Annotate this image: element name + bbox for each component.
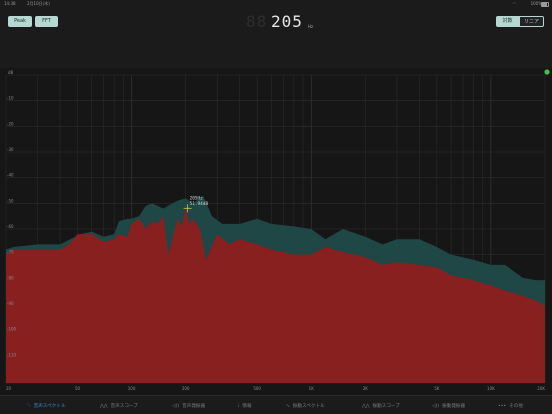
tab-label: 振動スコープ [372, 404, 400, 409]
x-tick-label: 10K [487, 386, 495, 391]
tab-label: 音声発振器 [182, 404, 206, 409]
peak-button[interactable]: Peak [8, 16, 32, 27]
scope-icon: ⋀⋀ [100, 403, 108, 409]
frequency-ghost-digits: 88 [246, 12, 268, 31]
y-tick-label: -50 [7, 198, 14, 203]
x-tick-label: 2K [363, 386, 369, 391]
y-tick-label: -10 [7, 96, 14, 101]
tab-label: 音声スコープ [110, 404, 138, 409]
y-tick-label: -40 [7, 173, 14, 178]
vibration-scope-icon: ⋀⋀ [362, 403, 370, 409]
y-tick-label: -30 [7, 147, 14, 152]
x-tick-label: 5K [434, 386, 440, 391]
frequency-value: 205 [271, 12, 303, 31]
tab-vibration-oscillator[interactable]: ◁)) 振動発振器 [432, 400, 465, 412]
signal-indicator [544, 69, 550, 75]
x-tick-label: 1K [309, 386, 315, 391]
tab-label: 振動スペクトル [292, 404, 325, 409]
y-tick-label: -60 [7, 224, 14, 229]
y-axis-label: dB [8, 70, 14, 75]
x-tick-label: 200 [182, 386, 190, 391]
linear-scale-toggle[interactable]: リニア [519, 16, 544, 27]
wifi-icon: ◠ [512, 1, 517, 6]
tab-label: その他 [509, 404, 523, 409]
tab-speaker[interactable]: ◁)) 音声発振器 [172, 400, 205, 412]
status-time: 14:38 [4, 1, 16, 6]
tab-label: 振動発振器 [442, 404, 466, 409]
x-tick-label: 20 [6, 386, 12, 391]
log-scale-toggle[interactable]: 対数 [496, 16, 519, 27]
tab-label: 情報 [242, 404, 252, 409]
status-bar: 14:38 2月10日(木) ◠ 100% [0, 0, 552, 8]
y-tick-label: -100 [7, 327, 17, 332]
tab-info[interactable]: i 情報 [238, 400, 251, 412]
marker-frequency-label: 205Hz [190, 195, 204, 201]
x-tick-label: 50 [75, 386, 81, 391]
battery-icon [541, 2, 549, 7]
spectrum-chart[interactable]: -10 -20 -30 -40 -50 -60 -70 -80 -90 -100 -110 20 50 1… [0, 68, 552, 395]
info-icon: i [238, 403, 240, 409]
vibration-spectrum-icon: ∿ [286, 403, 290, 409]
speaker-icon: ◁)) [172, 403, 180, 409]
top-toolbar: Peak FFT 88 205 Hz 対数 リニア [0, 8, 552, 68]
spectrum-icon: 〽 [26, 404, 31, 409]
spectrum-svg[interactable]: -10 -20 -30 -40 -50 -60 -70 -80 -90 -100 -110 20 50 1… [0, 68, 552, 395]
app-screen: { "status": { "time": "14:38", "date": "… [0, 0, 552, 414]
tab-label: 音声スペクトル [33, 404, 66, 409]
y-tick-label: -90 [7, 301, 14, 306]
status-date: 2月10日(木) [27, 1, 50, 6]
x-tick-label: 20K [537, 386, 545, 391]
x-tick-label: 500 [253, 386, 261, 391]
y-tick-label: -70 [7, 250, 14, 255]
y-tick-label: -110 [7, 352, 17, 357]
tab-vibration-scope[interactable]: ⋀⋀ 振動スコープ [362, 400, 400, 412]
y-tick-label: -80 [7, 275, 14, 280]
vibration-oscillator-icon: ◁)) [432, 403, 440, 409]
frequency-unit: Hz [308, 24, 314, 29]
tab-vibration-spectrum[interactable]: ∿ 振動スペクトル [286, 400, 325, 412]
tab-scope[interactable]: ⋀⋀ 音声スコープ [100, 400, 138, 412]
tab-spectrum[interactable]: 〽音声スペクトル [26, 400, 65, 412]
fft-button[interactable]: FFT [35, 16, 58, 27]
tab-more[interactable]: ••• その他 [498, 400, 523, 412]
more-icon: ••• [498, 403, 507, 409]
tab-bar: 〽音声スペクトル ⋀⋀ 音声スコープ ◁)) 音声発振器 i 情報 ∿ 振動スペクトル ⋀⋀ 振動ス… [0, 395, 552, 414]
marker-db-label: 51.94dB [190, 201, 209, 207]
x-tick-label: 100 [128, 386, 136, 391]
y-tick-label: -20 [7, 121, 14, 126]
